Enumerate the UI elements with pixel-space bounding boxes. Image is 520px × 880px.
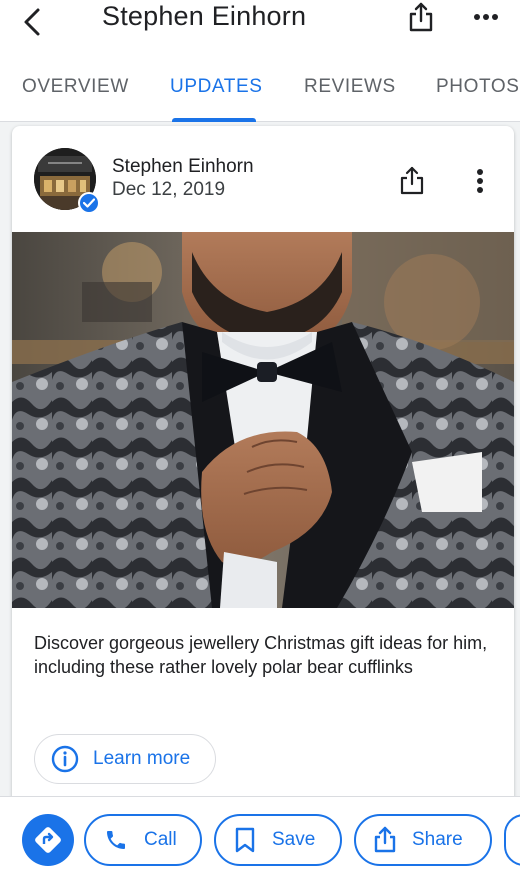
back-button[interactable] xyxy=(14,2,50,42)
tab-reviews[interactable]: REVIEWS xyxy=(304,76,396,98)
verified-badge-icon xyxy=(78,192,100,214)
chevron-left-icon xyxy=(24,8,40,36)
share-button[interactable] xyxy=(404,0,438,34)
share-label: Share xyxy=(412,829,463,850)
more-options-button[interactable] xyxy=(466,0,506,34)
share-icon xyxy=(374,826,396,853)
action-bar: Call Save Share xyxy=(0,796,520,880)
more-vertical-icon xyxy=(477,169,483,193)
tab-bar: OVERVIEW UPDATES REVIEWS PHOTOS xyxy=(0,54,520,122)
more-actions-button[interactable] xyxy=(504,814,520,866)
post-more-button[interactable] xyxy=(468,164,492,198)
tab-overview[interactable]: OVERVIEW xyxy=(22,76,129,98)
phone-icon xyxy=(107,831,125,849)
share-icon xyxy=(409,2,433,32)
post-author: Stephen Einhorn xyxy=(112,156,254,177)
directions-button[interactable] xyxy=(22,814,74,866)
call-label: Call xyxy=(144,829,177,850)
share-action-button[interactable]: Share xyxy=(354,814,492,866)
share-icon xyxy=(400,166,424,195)
post-share-button[interactable] xyxy=(396,164,428,198)
directions-icon xyxy=(35,827,61,853)
save-button[interactable]: Save xyxy=(214,814,342,866)
top-app-bar: Stephen Einhorn xyxy=(0,0,520,54)
save-label: Save xyxy=(272,829,316,850)
tab-updates[interactable]: UPDATES xyxy=(170,76,263,98)
post-image[interactable] xyxy=(12,232,514,608)
post-date: Dec 12, 2019 xyxy=(112,179,226,200)
more-horizontal-icon xyxy=(474,14,498,20)
info-icon xyxy=(51,745,79,773)
learn-more-button[interactable]: Learn more xyxy=(34,734,216,784)
update-post-card: Stephen Einhorn Dec 12, 2019 Discover go… xyxy=(12,126,514,816)
page-title: Stephen Einhorn xyxy=(102,1,307,31)
tab-photos[interactable]: PHOTOS xyxy=(436,76,520,98)
learn-more-label: Learn more xyxy=(93,748,191,769)
active-tab-indicator xyxy=(172,118,256,122)
post-body-text: Discover gorgeous jewellery Christmas gi… xyxy=(34,633,488,677)
call-button[interactable]: Call xyxy=(84,814,202,866)
bookmark-icon xyxy=(235,827,255,853)
